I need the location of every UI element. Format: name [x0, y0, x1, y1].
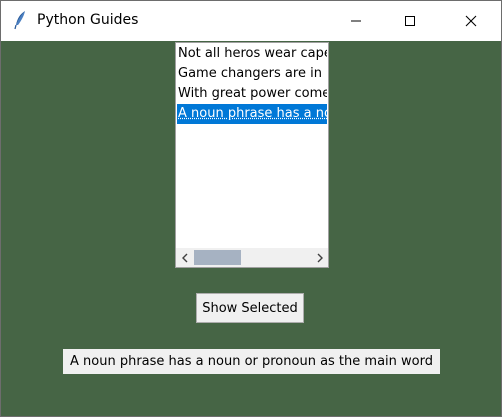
- feather-icon: [12, 10, 30, 30]
- close-icon: [465, 12, 477, 31]
- chevron-right-icon: [316, 248, 324, 267]
- minimize-icon: [350, 12, 362, 31]
- scroll-left-button[interactable]: [176, 248, 193, 267]
- close-button[interactable]: [448, 1, 494, 41]
- chevron-left-icon: [181, 248, 189, 267]
- title-bar[interactable]: Python Guides: [1, 1, 501, 41]
- scrollbar-thumb[interactable]: [194, 250, 241, 265]
- listbox[interactable]: Not all heros wear capes Game changers a…: [177, 44, 327, 245]
- client-area: Not all heros wear capes Game changers a…: [1, 41, 501, 416]
- list-item[interactable]: With great power comes great responsibil…: [177, 84, 327, 104]
- result-label: A noun phrase has a noun or pronoun as t…: [63, 349, 440, 374]
- horizontal-scrollbar[interactable]: [176, 248, 328, 267]
- window-title: Python Guides: [37, 12, 139, 28]
- maximize-icon: [404, 12, 416, 31]
- list-item[interactable]: Not all heros wear capes: [177, 44, 327, 64]
- app-window: Python Guides Not all heros wear capes G…: [0, 0, 502, 417]
- list-item[interactable]: Game changers are in blue: [177, 64, 327, 84]
- minimize-button[interactable]: [333, 1, 379, 41]
- show-selected-button[interactable]: Show Selected: [196, 293, 304, 323]
- list-item-selected[interactable]: A noun phrase has a noun or pronoun as t…: [177, 104, 327, 124]
- scroll-right-button[interactable]: [311, 248, 328, 267]
- maximize-button[interactable]: [387, 1, 433, 41]
- listbox-frame: Not all heros wear capes Game changers a…: [175, 42, 329, 268]
